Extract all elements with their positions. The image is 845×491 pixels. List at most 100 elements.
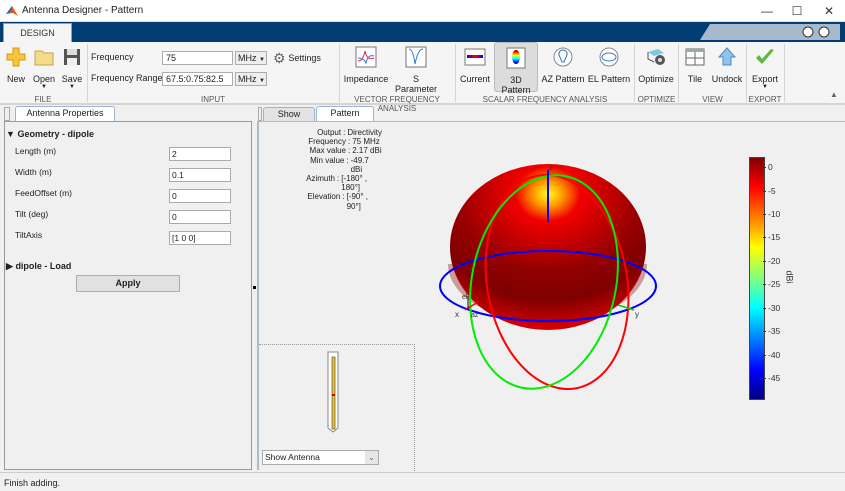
folder-icon bbox=[34, 50, 54, 66]
title-bar: Antenna Designer - Pattern — ☐ ✕ bbox=[0, 0, 845, 22]
el-pattern-button[interactable]: EL Pattern bbox=[587, 42, 631, 92]
info-row: Min value : -49.7 dBi bbox=[262, 156, 382, 174]
divider bbox=[339, 44, 340, 102]
maximize-button[interactable]: ☐ bbox=[782, 2, 812, 20]
window-title: Antenna Designer - Pattern bbox=[22, 5, 144, 16]
apply-button[interactable]: Apply bbox=[76, 275, 180, 292]
checkmark-icon bbox=[756, 49, 774, 64]
info-key: Elevation bbox=[307, 192, 341, 202]
minimize-button[interactable]: — bbox=[752, 2, 782, 20]
tab-pattern[interactable]: Pattern bbox=[316, 106, 374, 121]
property-input[interactable]: 2 bbox=[169, 147, 231, 161]
3d-pattern-button[interactable]: 3D Pattern bbox=[494, 42, 538, 95]
divider bbox=[634, 44, 635, 102]
optimize-icon bbox=[647, 49, 665, 65]
group-label-export: EXPORT bbox=[748, 95, 782, 104]
frequency-unit-select[interactable]: MHz ▼ bbox=[235, 51, 267, 65]
optimize-button[interactable]: Optimize bbox=[637, 42, 675, 92]
info-value: 2.17 dBi bbox=[352, 146, 382, 156]
colorbar-label: dBi bbox=[784, 270, 795, 284]
quick-access-toolbar bbox=[700, 24, 840, 40]
group-label-optimize: OPTIMIZE bbox=[637, 95, 676, 104]
property-label: Length (m) bbox=[15, 146, 57, 156]
property-label: TiltAxis bbox=[15, 230, 43, 240]
open-button[interactable]: Open ▼ bbox=[31, 42, 57, 92]
impedance-button[interactable]: Impedance bbox=[343, 42, 389, 92]
dipole-antenna-image bbox=[327, 351, 339, 433]
current-label: Current bbox=[459, 74, 490, 84]
s-parameter-plot-icon bbox=[405, 46, 427, 68]
property-input[interactable]: [1 0 0] bbox=[169, 231, 231, 245]
info-key: Frequency bbox=[308, 137, 346, 147]
colorbar-tick-label: -20 bbox=[768, 255, 781, 266]
plus-icon bbox=[6, 47, 26, 67]
el-pattern-icon bbox=[599, 47, 619, 67]
gear-icon: ⚙ bbox=[273, 50, 286, 66]
az-pattern-button[interactable]: AZ Pattern bbox=[541, 42, 585, 92]
open-label: Open bbox=[32, 74, 56, 84]
load-section-title: dipole - Load bbox=[15, 261, 72, 271]
property-input[interactable]: 0 bbox=[169, 210, 231, 224]
tile-icon bbox=[685, 48, 705, 66]
colorbar bbox=[749, 157, 765, 400]
splitter-handle[interactable] bbox=[253, 286, 256, 289]
colorbar-tick bbox=[763, 260, 766, 262]
info-row: Frequency : 75 MHz bbox=[262, 137, 382, 146]
panel-grip[interactable] bbox=[258, 107, 262, 121]
show-antenna-select[interactable]: Show Antenna ⌄ bbox=[262, 450, 379, 465]
info-row: Azimuth : [-180° , 180°] bbox=[262, 174, 382, 192]
export-button[interactable]: Export ▼ bbox=[749, 42, 781, 92]
undock-button[interactable]: Undock bbox=[710, 42, 744, 92]
save-button[interactable]: Save ▼ bbox=[60, 42, 84, 92]
tab-show[interactable]: Show bbox=[263, 107, 315, 122]
frequency-range-input[interactable]: 67.5:0.75:82.5 bbox=[162, 72, 233, 86]
info-value: [-90° , 90°] bbox=[346, 192, 369, 211]
collapse-ribbon-icon[interactable]: ▲ bbox=[830, 90, 838, 99]
colorbar-tick-label: -30 bbox=[768, 302, 781, 313]
frequency-range-label: Frequency Range bbox=[91, 73, 163, 83]
az-pattern-icon bbox=[553, 47, 573, 67]
info-key: Output bbox=[317, 128, 342, 137]
info-key: Azimuth bbox=[306, 174, 336, 184]
settings-button[interactable]: ⚙ Settings bbox=[273, 50, 321, 67]
frequency-input[interactable]: 75 bbox=[162, 51, 233, 65]
panel-grip[interactable] bbox=[4, 107, 10, 121]
colorbar-tick bbox=[763, 214, 766, 215]
current-button[interactable]: Current bbox=[459, 42, 491, 92]
tile-button[interactable]: Tile bbox=[682, 42, 708, 92]
colorbar-tick bbox=[763, 237, 766, 239]
antenna-properties-panel: ▼ Geometry - dipole Length (m) 2 Width (m)… bbox=[4, 121, 252, 470]
optimize-label: Optimize bbox=[638, 74, 674, 84]
x-axis-label: x bbox=[455, 310, 459, 319]
colorbar-tick bbox=[763, 190, 766, 192]
property-label: FeedOffset (m) bbox=[15, 188, 72, 198]
colorbar-tick-label: -40 bbox=[768, 349, 781, 360]
new-button[interactable]: New bbox=[4, 42, 28, 92]
close-button[interactable]: ✕ bbox=[814, 2, 844, 20]
show-antenna-value: Show Antenna bbox=[265, 452, 320, 462]
divider bbox=[784, 44, 785, 102]
group-label-view: VIEW bbox=[702, 95, 723, 104]
colorbar-tick bbox=[763, 354, 766, 356]
current-distribution-icon bbox=[464, 48, 486, 66]
status-text: Finish adding. bbox=[4, 478, 61, 488]
s-parameter-label: S Parameter bbox=[394, 74, 438, 94]
load-section-header[interactable]: ▶ dipole - Load bbox=[6, 261, 71, 272]
dropdown-arrow-icon: ▼ bbox=[259, 78, 265, 84]
range-unit-value: MHz bbox=[238, 74, 257, 84]
tab-design[interactable]: DESIGN bbox=[3, 23, 72, 43]
colorbar-tick-label: -35 bbox=[768, 326, 781, 337]
colorbar-tick-label: -15 bbox=[768, 232, 781, 243]
geometry-section-header[interactable]: ▼ Geometry - dipole bbox=[6, 129, 94, 139]
property-label: Tilt (deg) bbox=[15, 209, 49, 219]
property-input[interactable]: 0 bbox=[169, 189, 231, 203]
colorbar-tick-label: 0 bbox=[768, 162, 773, 173]
tab-antenna-properties[interactable]: Antenna Properties bbox=[15, 106, 115, 121]
undock-label: Undock bbox=[711, 74, 743, 84]
info-row: Output : Directivity bbox=[262, 128, 382, 137]
property-input[interactable]: 0.1 bbox=[169, 168, 231, 182]
status-bar: Finish adding. bbox=[0, 472, 845, 491]
colorbar-tick-label: -5 bbox=[768, 185, 776, 196]
s-parameter-button[interactable]: S Parameter bbox=[392, 42, 440, 94]
frequency-range-unit-select[interactable]: MHz ▼ bbox=[235, 72, 267, 86]
